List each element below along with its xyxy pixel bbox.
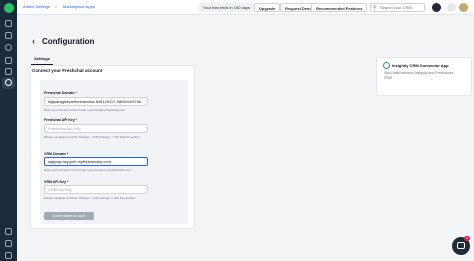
freshchat-domain-field[interactable]: sijayaraghavanfreshworks-849129117-9d02b… (44, 97, 148, 106)
section-subtitle: Connect your Freshchat account (32, 68, 103, 73)
recommended-features-button[interactable]: Recommended Features (311, 3, 368, 12)
app-sidebar (0, 0, 17, 261)
crm-domain-label: CRM Domain * (44, 152, 69, 156)
search-placeholder: Search your CRM (380, 5, 412, 10)
search-input[interactable]: ⚲ Search your CRM (370, 3, 425, 12)
chat-icon[interactable] (5, 32, 12, 39)
crm-domain-field[interactable]: sijayrap-support.myfreshworks.com (44, 157, 148, 166)
deals-icon[interactable] (5, 44, 12, 51)
search-icon: ⚲ (373, 5, 377, 11)
crm-api-key-label: CRM API Key * (44, 180, 69, 184)
avatar[interactable] (459, 3, 468, 12)
freshchat-api-key-hint: Please navigate to Admin Settings -> API… (44, 135, 140, 139)
freshchat-domain-hint: Enter your domain in the format 'yourcom… (44, 108, 126, 112)
insightly-logo-icon (383, 62, 390, 69)
contacts-icon[interactable] (5, 20, 12, 27)
authenticate-account-button[interactable]: Authenticate account (44, 212, 94, 220)
messages-icon[interactable] (5, 228, 12, 235)
freshchat-domain-label: Freshchat Domain * (44, 91, 77, 95)
reports-icon[interactable] (5, 68, 12, 75)
apps-grid-icon[interactable] (5, 252, 12, 259)
add-new-icon[interactable] (432, 3, 441, 12)
back-arrow-icon[interactable]: ‹ (32, 36, 35, 46)
freshchat-api-key-field[interactable]: Freshchat Api Key (44, 124, 148, 133)
freshchat-api-key-label: Freshchat API Key * (44, 118, 78, 122)
crm-domain-hint: Enter your domain in the format 'yourcom… (44, 168, 132, 172)
page-title: Configuration (42, 37, 95, 46)
app-card-title: Insightly CRM Connector App (392, 63, 449, 68)
breadcrumb-marketplace-apps[interactable]: Marketplace Apps (63, 4, 95, 9)
crm-api-key-hint: Please navigate to Admin Settings -> API… (44, 196, 136, 200)
upgrade-button[interactable]: Upgrade (254, 3, 281, 12)
app-card-description: Sync data between Insightly and Freshwor… (384, 71, 454, 80)
campaign-icon[interactable] (5, 57, 12, 64)
breadcrumb-admin-settings[interactable]: Admin Settings (23, 4, 50, 9)
settings-gear-icon[interactable] (5, 79, 12, 86)
crm-api-key-field[interactable]: CRM Api Key (44, 185, 148, 194)
app-logo-icon[interactable] (4, 3, 14, 13)
trial-notice: Your trial ends in 150 days (199, 3, 254, 12)
chat-unread-badge: 9 (464, 236, 470, 241)
notifications-icon[interactable] (447, 3, 456, 12)
chat-bubble-icon (457, 242, 465, 249)
breadcrumb-separator: > (55, 4, 58, 9)
tab-settings[interactable]: Settings (31, 54, 53, 65)
phone-icon[interactable] (5, 240, 12, 247)
